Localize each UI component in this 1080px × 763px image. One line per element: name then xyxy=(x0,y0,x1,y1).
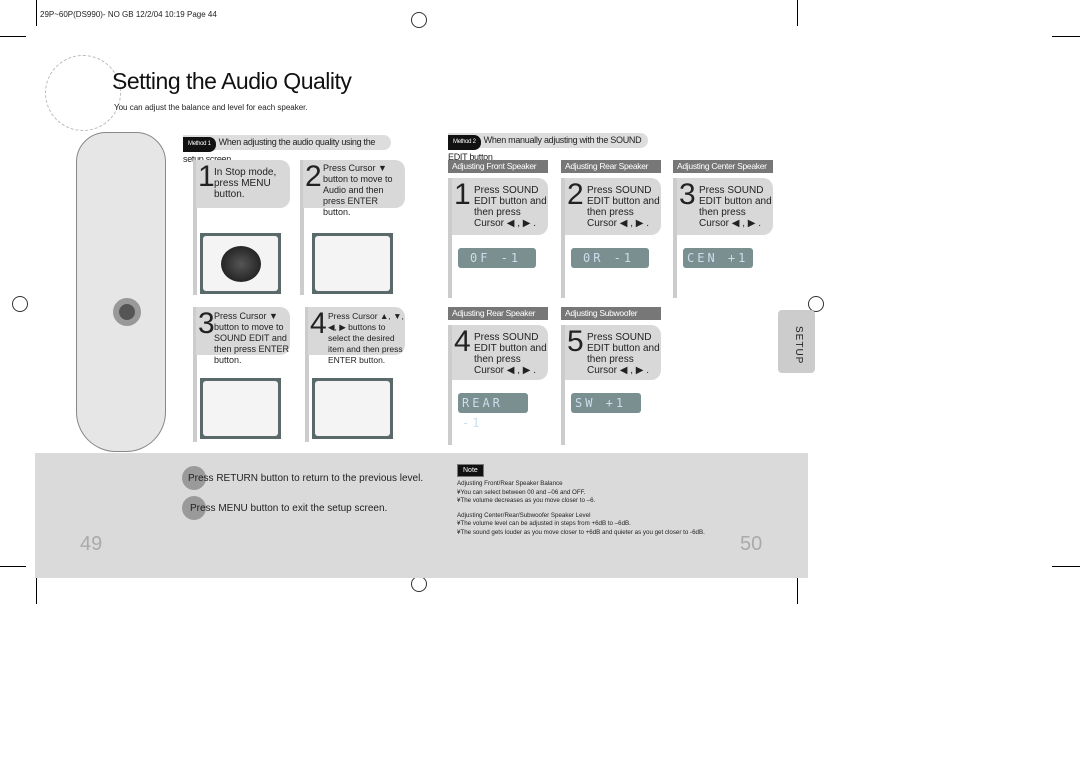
menu-instruction: Press MENU button to exit the setup scre… xyxy=(190,503,388,514)
return-instruction: Press RETURN button to return to the pre… xyxy=(188,473,424,484)
section-center-level: Adjusting Center Speaker Level 3Press SO… xyxy=(673,160,773,298)
crop-mark xyxy=(797,0,798,26)
step-4: 4 Press Cursor ▲, ▼, ◀, ▶ buttons to sele… xyxy=(308,307,405,365)
step-text: Press SOUND EDIT button and then press C… xyxy=(474,185,547,229)
method2-header: Method 2 When manually adjusting with the… xyxy=(448,133,648,162)
tv-screen-sound-edit xyxy=(200,378,281,439)
step-4: 4 Press SOUND EDIT button and then press … xyxy=(452,325,548,380)
lcd-display: REAR -1 xyxy=(458,393,528,430)
lcd-display: CEN +1 xyxy=(683,248,753,268)
crop-mark xyxy=(36,0,37,26)
section-rear-level: Adjusting Rear Speaker Level 4Press SOUN… xyxy=(448,307,548,445)
step-1: 1 Press SOUND EDIT button and then press … xyxy=(452,178,548,235)
step-text: In Stop mode, press MENU button. xyxy=(214,167,277,200)
step-2: 2 Press Cursor ▼ button to move to Audio … xyxy=(303,160,405,217)
method2-badge: Method 2 xyxy=(448,135,481,150)
note-line: ¥You can select between 00 and –06 and O… xyxy=(457,488,586,496)
crop-mark xyxy=(0,36,26,37)
step-text: Press Cursor ▲, ▼, ◀, ▶ buttons to selec… xyxy=(328,311,404,365)
note-line: ¥The volume decreases as you move closer… xyxy=(457,497,596,504)
step-text: Press SOUND EDIT button and then press C… xyxy=(474,332,547,376)
tv-screen-sound-edit xyxy=(312,378,393,439)
step-number: 4 xyxy=(310,307,327,340)
step-text: Press Cursor ▼ button to move to SOUND E… xyxy=(214,311,290,365)
section-front-balance: Adjusting Front Speaker Balance 1Press S… xyxy=(448,160,548,298)
registration-mark-icon xyxy=(411,12,427,28)
step-5: 5 Press SOUND EDIT button and then press … xyxy=(565,325,661,380)
step-text: Press SOUND EDIT button and then press C… xyxy=(699,185,772,229)
side-tab-label: SETUP xyxy=(793,326,804,365)
speaker-image xyxy=(220,245,261,282)
note-label: Note xyxy=(457,464,484,477)
page-number-left: 49 xyxy=(80,533,103,555)
registration-mark-icon xyxy=(12,296,28,312)
method1-badge: Method 1 xyxy=(183,137,216,152)
section-heading: Adjusting Center Speaker Level xyxy=(673,160,773,184)
remote-control-image xyxy=(76,132,166,452)
page-title: Setting the Audio Quality xyxy=(112,68,352,94)
remote-dpad xyxy=(113,298,141,326)
lcd-display: SW +1 xyxy=(571,393,641,413)
note-line: ¥The volume level can be adjusted in ste… xyxy=(457,520,631,527)
step-number: 4 xyxy=(454,325,471,358)
setup-side-tab: SETUP xyxy=(778,310,815,373)
crop-mark xyxy=(1052,36,1080,37)
tv-screen-setup xyxy=(312,233,393,294)
section-subwoofer-level: Adjusting Subwoofer Speaker Level 5Press… xyxy=(561,307,661,445)
section-heading: Adjusting Rear Speaker Level xyxy=(448,307,548,331)
print-header: 29P~60P(DS990)- NO GB 12/2/04 10:19 Page… xyxy=(40,10,217,19)
crop-mark xyxy=(36,578,37,604)
step-number: 2 xyxy=(567,178,584,211)
step-1: 1 In Stop mode, press MENU button. xyxy=(196,160,290,208)
step-number: 5 xyxy=(567,325,584,358)
note-body: Adjusting Front/Rear Speaker Balance ¥Yo… xyxy=(457,480,757,537)
step-3: 3 Press SOUND EDIT button and then press … xyxy=(677,178,773,235)
tv-screen-disc xyxy=(200,233,281,294)
section-heading: Adjusting Front Speaker Balance xyxy=(448,160,548,184)
lcd-display: 0F -1 xyxy=(458,248,536,268)
step-3: 3 Press Cursor ▼ button to move to SOUND … xyxy=(196,307,290,365)
page-subtitle: You can adjust the balance and level for… xyxy=(114,103,308,112)
step-text: Press Cursor ▼ button to move to Audio a… xyxy=(323,163,393,217)
section-heading: Adjusting Subwoofer Speaker Level xyxy=(561,307,661,331)
note-line: ¥The sound gets louder as you move close… xyxy=(457,528,705,536)
step-text: Press SOUND EDIT button and then press C… xyxy=(587,185,660,229)
section-heading: Adjusting Rear Speaker Balance xyxy=(561,160,661,184)
section-rear-balance: Adjusting Rear Speaker Balance 2Press SO… xyxy=(561,160,661,298)
crop-mark xyxy=(0,566,26,567)
step-number: 1 xyxy=(198,160,215,193)
step-number: 1 xyxy=(454,178,471,211)
step-text: Press SOUND EDIT button and then press C… xyxy=(587,332,660,376)
step-number: 3 xyxy=(679,178,696,211)
page-number-right: 50 xyxy=(740,533,763,555)
note-heading: Adjusting Front/Rear Speaker Balance xyxy=(457,480,563,487)
step-number: 2 xyxy=(305,160,322,193)
registration-mark-icon xyxy=(411,576,427,592)
note-heading: Adjusting Center/Rear/Subwoofer Speaker … xyxy=(457,511,591,519)
method1-header: Method 1 When adjusting the audio quality… xyxy=(183,135,391,164)
crop-mark xyxy=(797,578,798,604)
lcd-display: 0R -1 xyxy=(571,248,649,268)
decorative-circle xyxy=(45,55,121,131)
step-number: 3 xyxy=(198,307,215,340)
step-2: 2 Press SOUND EDIT button and then press … xyxy=(565,178,661,235)
crop-mark xyxy=(1052,566,1080,567)
